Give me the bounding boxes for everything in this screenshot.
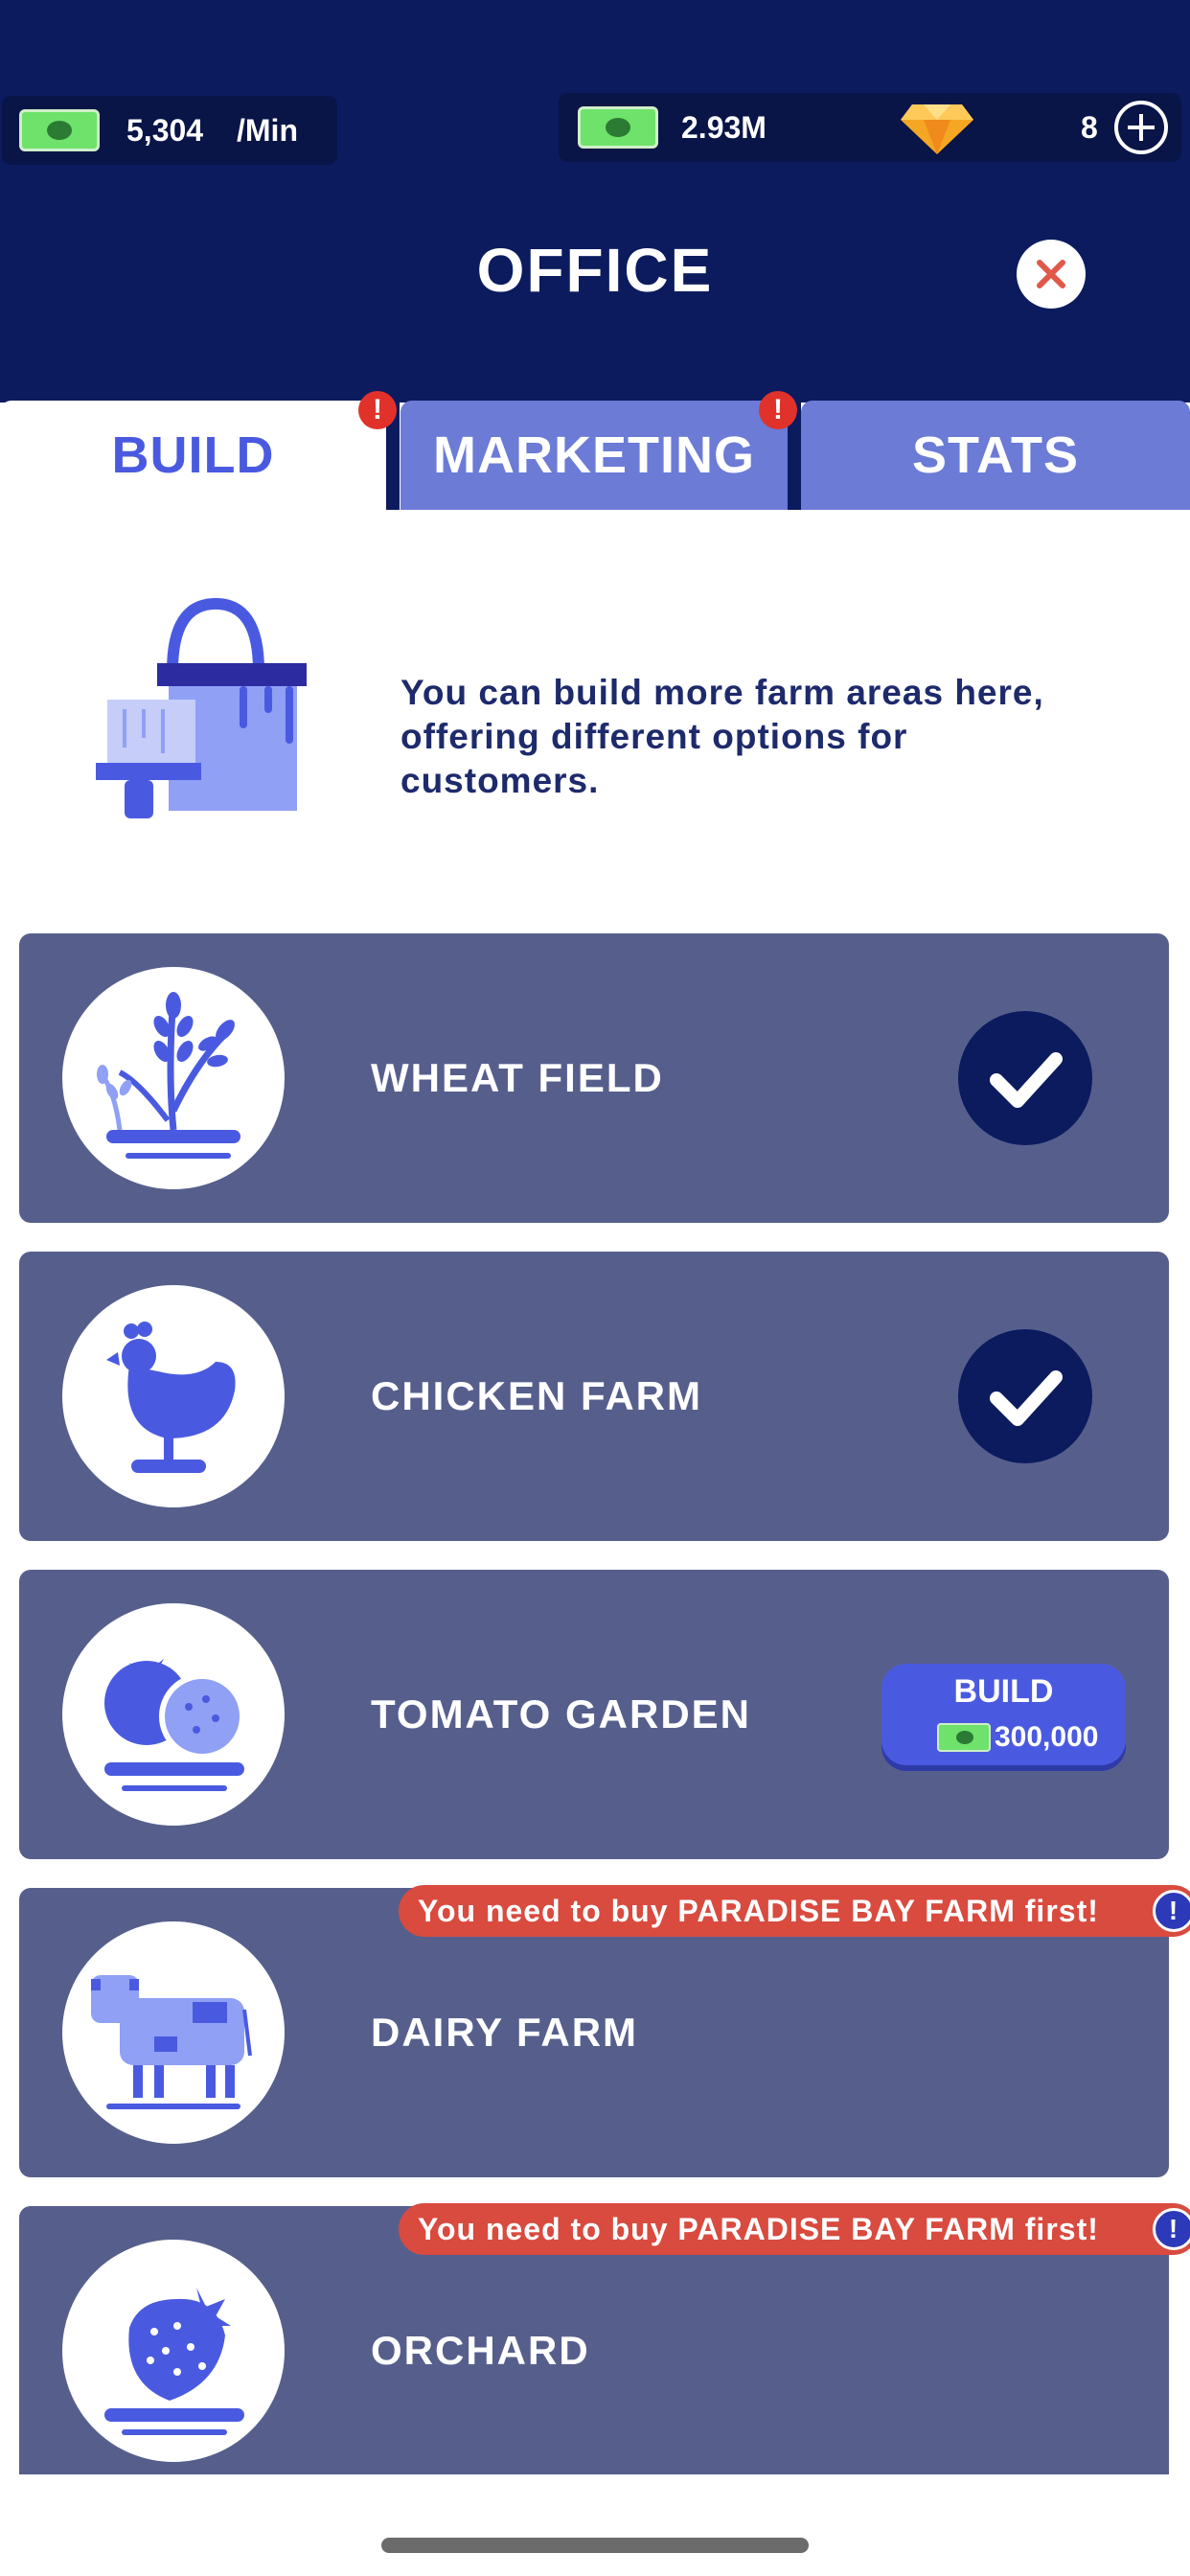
build-button-label: BUILD xyxy=(953,1673,1054,1710)
income-unit: /Min xyxy=(237,113,298,148)
cash-icon xyxy=(19,109,100,151)
page-title: OFFICE xyxy=(476,236,714,305)
exclamation-icon: ! xyxy=(1153,2208,1190,2250)
item-icon-badge xyxy=(62,2240,285,2462)
build-price: 300,000 xyxy=(995,1721,1099,1753)
exclamation-icon: ! xyxy=(1153,1890,1190,1932)
income-rate-display: 5,304 /Min xyxy=(2,96,337,165)
list-item-dairy-farm[interactable]: DAIRY FARM You need to buy PARADISE BAY … xyxy=(19,1885,1190,2177)
intro-description: You can build more farm areas here, offe… xyxy=(400,673,1044,800)
income-value: 5,304 xyxy=(126,113,204,148)
tab-build-alert-icon: ! xyxy=(358,391,397,429)
tab-stats[interactable]: STATS xyxy=(801,401,1190,510)
currency-display: 2.93M 8 xyxy=(559,93,1181,162)
item-name: WHEAT FIELD xyxy=(371,1055,664,1100)
item-icon-badge xyxy=(62,1285,285,1507)
item-icon-badge xyxy=(62,1921,285,2144)
paint-bucket-icon xyxy=(96,597,307,818)
locked-warning-banner: You need to buy PARADISE BAY FARM first!… xyxy=(399,2203,1190,2255)
top-bar: 5,304 /Min 2.93M 8 OFFICE xyxy=(0,0,1190,402)
item-name: CHICKEN FARM xyxy=(371,1373,702,1418)
built-status xyxy=(958,1011,1092,1145)
tomato-icon xyxy=(104,1659,245,1791)
locked-warning-banner: You need to buy PARADISE BAY FARM first!… xyxy=(399,1885,1190,1937)
chicken-icon xyxy=(106,1322,236,1473)
cow-icon xyxy=(91,1975,252,2109)
cash-total: 2.93M xyxy=(681,110,767,145)
item-name: TOMATO GARDEN xyxy=(371,1691,752,1736)
add-currency-button[interactable] xyxy=(1114,101,1168,154)
tab-marketing[interactable]: MARKETING xyxy=(400,401,788,510)
gem-count: 8 xyxy=(1081,110,1098,145)
cash-icon xyxy=(578,106,658,149)
list-item-tomato-garden[interactable]: TOMATO GARDEN BUILD 300,000 xyxy=(19,1570,1169,1859)
list-item-wheat-field[interactable]: WHEAT FIELD xyxy=(19,933,1169,1223)
warning-text: You need to buy PARADISE BAY FARM first! xyxy=(418,1894,1099,1928)
home-indicator[interactable] xyxy=(381,2538,809,2553)
checkmark-icon xyxy=(990,1370,1063,1426)
item-icon-badge xyxy=(62,1603,285,1826)
gem-icon xyxy=(901,104,973,154)
item-icon-badge xyxy=(62,967,285,1189)
list-item-orchard[interactable]: ORCHARD You need to buy PARADISE BAY FAR… xyxy=(19,2203,1190,2474)
list-item-chicken-farm[interactable]: CHICKEN FARM xyxy=(19,1252,1169,1541)
tab-build[interactable]: BUILD xyxy=(0,401,386,510)
tab-marketing-alert-icon: ! xyxy=(759,391,797,429)
built-status xyxy=(958,1329,1092,1463)
warning-text: You need to buy PARADISE BAY FARM first! xyxy=(418,2212,1099,2246)
strawberry-icon xyxy=(104,2288,244,2435)
checkmark-icon xyxy=(990,1052,1063,1108)
close-button[interactable] xyxy=(1017,240,1086,309)
wheat-icon xyxy=(97,992,240,1159)
build-button[interactable]: BUILD 300,000 xyxy=(881,1664,1126,1765)
cash-icon xyxy=(937,1723,991,1752)
